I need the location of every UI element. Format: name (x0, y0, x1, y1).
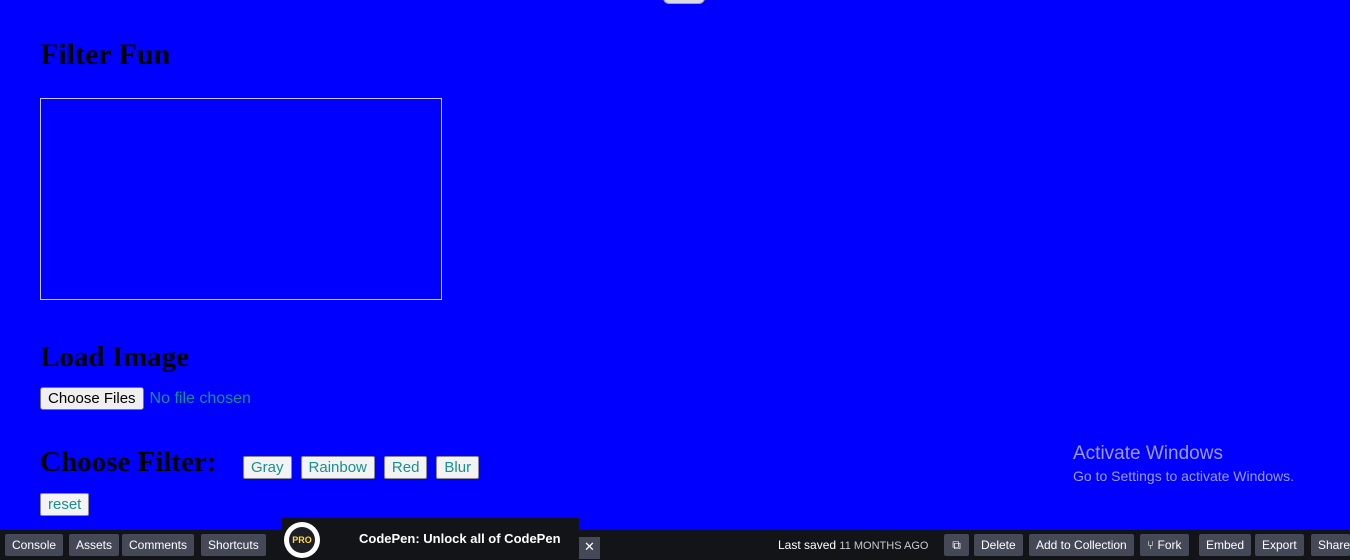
choose-filter-heading: Choose Filter: (40, 446, 217, 478)
fork-label: Fork (1157, 538, 1182, 552)
share-button[interactable]: Share (1311, 534, 1350, 556)
load-image-heading: Load Image (40, 341, 190, 373)
rainbow-filter-button[interactable]: Rainbow (300, 456, 375, 479)
close-icon[interactable]: ✕ (579, 537, 600, 559)
console-button[interactable]: Console (5, 534, 64, 556)
page-title: Filter Fun (40, 38, 171, 71)
codepen-pro-promo[interactable]: PRO CodePen: Unlock all of CodePen (282, 518, 579, 560)
last-saved-time: 11 months ago (839, 540, 929, 552)
export-button[interactable]: Export (1255, 534, 1304, 556)
comments-button[interactable]: Comments (122, 534, 195, 556)
file-input[interactable]: Choose Files No file chosen (40, 387, 251, 410)
open-external-icon[interactable]: ⧉ (944, 534, 969, 556)
last-saved-status: Last saved 11 months ago (778, 538, 928, 552)
embed-button[interactable]: Embed (1199, 534, 1252, 556)
promo-text: CodePen: Unlock all of CodePen (359, 531, 561, 546)
add-to-collection-button[interactable]: Add to Collection (1029, 534, 1134, 556)
file-status-text: No file chosen (149, 389, 251, 407)
watermark-title: Activate Windows (1073, 443, 1223, 464)
windows-activation-watermark: Activate Windows Go to Settings to activ… (1073, 443, 1294, 484)
delete-button[interactable]: Delete (974, 534, 1023, 556)
red-filter-button[interactable]: Red (383, 456, 428, 479)
image-canvas (40, 98, 442, 300)
gray-filter-button[interactable]: Gray (243, 456, 292, 479)
shortcuts-button[interactable]: Shortcuts (201, 534, 266, 556)
fork-button[interactable]: ⑂ Fork (1140, 534, 1189, 556)
blur-filter-button[interactable]: Blur (436, 456, 480, 479)
pro-logo-icon: PRO (284, 522, 320, 558)
reset-button[interactable]: reset (40, 493, 90, 516)
pro-logo-text: PRO (289, 527, 315, 553)
filter-button-group: Gray Rainbow Red Blur (243, 456, 488, 479)
watermark-subtitle: Go to Settings to activate Windows. (1073, 468, 1294, 484)
preview-pull-tab[interactable] (663, 0, 705, 4)
choose-files-button[interactable]: Choose Files (40, 387, 144, 410)
last-saved-label: Last saved (778, 538, 837, 552)
fork-icon: ⑂ (1147, 538, 1155, 552)
assets-button[interactable]: Assets (69, 534, 120, 556)
codepen-footer-bar: Console Assets Comments Shortcuts Last s… (0, 530, 1350, 560)
